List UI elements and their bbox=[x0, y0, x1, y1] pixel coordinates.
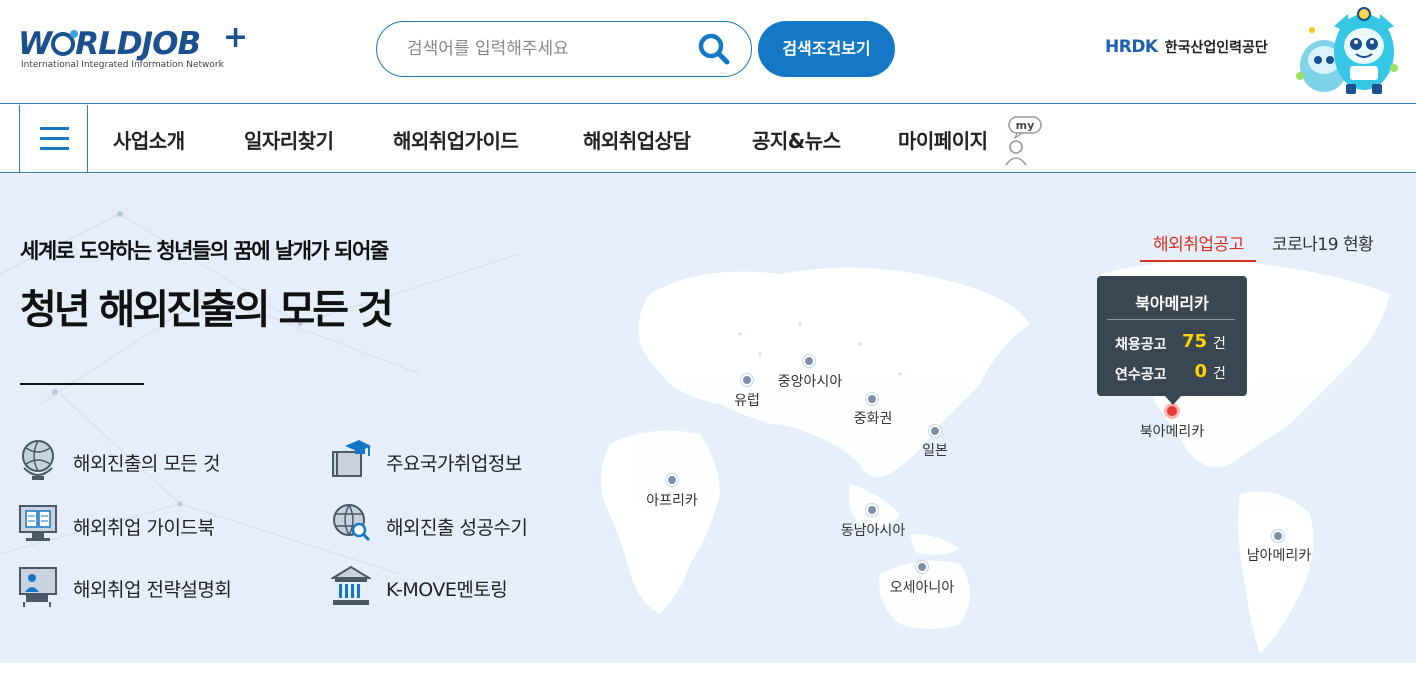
region-dot-africa[interactable] bbox=[666, 474, 678, 486]
hero-headline: 청년 해외진출의 모든 것 bbox=[20, 287, 394, 333]
region-dot-oceania[interactable] bbox=[916, 561, 928, 573]
menu-button[interactable] bbox=[19, 105, 88, 172]
graduation-book-icon bbox=[332, 440, 371, 477]
menu-bar-3 bbox=[40, 147, 69, 150]
nav-item-guide[interactable]: 해외취업가이드 bbox=[393, 125, 519, 154]
headline-underline bbox=[20, 383, 144, 385]
tooltip-training-count[interactable]: 0 bbox=[1177, 361, 1207, 382]
quick-link-label: 해외취업 전략설명회 bbox=[73, 579, 232, 601]
region-dot-europe[interactable] bbox=[741, 374, 753, 386]
region-tooltip: 북아메리카 채용공고 75 건 연수공고 0 건 bbox=[1097, 276, 1247, 405]
tooltip-job-label: 채용공고 bbox=[1115, 337, 1167, 353]
logo-wordmark: W RLDJOB bbox=[18, 26, 201, 62]
logo-globe-icon bbox=[51, 30, 79, 56]
search-input[interactable] bbox=[407, 36, 687, 62]
hero-tagline: 세계로 도약하는 청년들의 꿈에 날개가 되어줄 bbox=[20, 239, 389, 263]
my-badge-text: my bbox=[1016, 119, 1035, 132]
tab-covid-status[interactable]: 코로나19 현황 bbox=[1272, 230, 1374, 255]
tooltip-job-count[interactable]: 75 bbox=[1177, 331, 1207, 352]
region-label-oceania[interactable]: 오세아니아 bbox=[890, 577, 954, 597]
region-label-africa[interactable]: 아프리카 bbox=[646, 490, 698, 510]
hrdk-name: 한국산업인력공단 bbox=[1164, 40, 1268, 56]
region-label-greater-china[interactable]: 중화권 bbox=[854, 408, 893, 428]
worldjob-logo[interactable]: W RLDJOB + International Integrated Infor… bbox=[18, 20, 258, 76]
hrdk-wordmark: HRDK bbox=[1105, 37, 1158, 57]
quick-link-kmove-mentoring[interactable]: K-MOVE멘토링 bbox=[331, 564, 591, 608]
region-label-europe[interactable]: 유럽 bbox=[734, 390, 760, 410]
mypage-user-icon[interactable]: my bbox=[1003, 115, 1045, 167]
hero-section: 세계로 도약하는 청년들의 꿈에 날개가 되어줄 청년 해외진출의 모든 것 해… bbox=[0, 174, 1416, 663]
region-dot-japan[interactable] bbox=[929, 425, 941, 437]
tab-overseas-jobs[interactable]: 해외취업공고 bbox=[1153, 230, 1244, 255]
logo-plus: + bbox=[223, 20, 249, 55]
quick-link-all-about[interactable]: 해외진출의 모든 것 bbox=[18, 438, 278, 482]
search-condition-button[interactable]: 검색조건보기 bbox=[758, 21, 895, 77]
region-label-southeast-asia[interactable]: 동남아시아 bbox=[841, 520, 905, 540]
region-label-south-america[interactable]: 남아메리카 bbox=[1247, 545, 1311, 565]
tooltip-divider bbox=[1107, 319, 1235, 320]
nav-item-business[interactable]: 사업소개 bbox=[113, 125, 185, 154]
tooltip-job-unit: 건 bbox=[1213, 336, 1226, 352]
quick-link-label: 해외진출 성공수기 bbox=[386, 517, 528, 539]
tooltip-title: 북아메리카 bbox=[1135, 294, 1209, 313]
institution-icon bbox=[331, 565, 371, 605]
region-label-central-asia[interactable]: 중앙아시아 bbox=[778, 371, 842, 391]
quick-link-success-stories[interactable]: 해외진출 성공수기 bbox=[331, 502, 591, 546]
region-dot-south-america[interactable] bbox=[1272, 530, 1284, 542]
page-bottom-spacer bbox=[0, 663, 1416, 677]
nav-item-notice-news[interactable]: 공지&뉴스 bbox=[752, 125, 841, 154]
presentation-icon bbox=[19, 567, 57, 607]
region-label-north-america[interactable]: 북아메리카 bbox=[1140, 421, 1204, 441]
globe-search-icon bbox=[333, 504, 371, 542]
main-nav: 사업소개 일자리찾기 해외취업가이드 해외취업상담 공지&뉴스 마이페이지 my bbox=[0, 105, 1416, 173]
nav-item-find-jobs[interactable]: 일자리찾기 bbox=[244, 125, 334, 154]
site-header: W RLDJOB + International Integrated Infor… bbox=[0, 0, 1416, 104]
search-icon[interactable] bbox=[697, 32, 731, 66]
quick-link-label: 해외진출의 모든 것 bbox=[73, 453, 220, 475]
globe-icon bbox=[22, 440, 54, 480]
guidebook-icon bbox=[19, 505, 57, 541]
quick-link-strategy-session[interactable]: 해외취업 전략설명회 bbox=[18, 564, 278, 608]
menu-bar-1 bbox=[40, 127, 69, 130]
mascot-image bbox=[1296, 7, 1398, 94]
region-dot-greater-china[interactable] bbox=[866, 393, 878, 405]
nav-item-mypage[interactable]: 마이페이지 bbox=[898, 125, 988, 154]
tooltip-training-unit: 건 bbox=[1213, 366, 1226, 382]
active-tab-underline bbox=[1140, 260, 1256, 262]
search-box bbox=[376, 21, 752, 77]
quick-link-label: 해외취업 가이드북 bbox=[73, 517, 215, 539]
quick-link-country-info[interactable]: 주요국가취업정보 bbox=[331, 438, 591, 482]
world-map bbox=[601, 260, 1390, 654]
region-dot-north-america-active[interactable] bbox=[1164, 403, 1180, 419]
quick-link-label: K-MOVE멘토링 bbox=[386, 579, 508, 601]
logo-subtitle: International Integrated Information Net… bbox=[21, 60, 224, 70]
region-dot-central-asia[interactable] bbox=[803, 355, 815, 367]
region-label-japan[interactable]: 일본 bbox=[922, 440, 948, 460]
nav-item-consulting[interactable]: 해외취업상담 bbox=[583, 125, 691, 154]
tooltip-training-label: 연수공고 bbox=[1115, 367, 1167, 383]
quick-link-guidebook[interactable]: 해외취업 가이드북 bbox=[18, 502, 278, 546]
quick-link-label: 주요국가취업정보 bbox=[386, 453, 522, 475]
region-dot-southeast-asia[interactable] bbox=[866, 504, 878, 516]
hrdk-logo[interactable]: HRDK 한국산업인력공단 bbox=[1105, 37, 1268, 61]
menu-bar-2 bbox=[40, 137, 69, 140]
